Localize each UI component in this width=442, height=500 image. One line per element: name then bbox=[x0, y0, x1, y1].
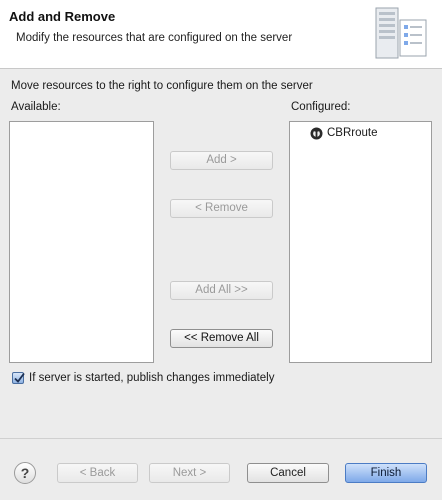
module-icon bbox=[310, 127, 323, 139]
add-all-button[interactable]: Add All >> bbox=[170, 281, 273, 300]
publish-checkbox-label: If server is started, publish changes im… bbox=[29, 372, 275, 384]
next-button[interactable]: Next > bbox=[149, 463, 230, 483]
configured-label: Configured: bbox=[291, 101, 351, 113]
publish-checkbox[interactable] bbox=[12, 372, 25, 384]
list-item[interactable]: CBRroute bbox=[310, 125, 378, 141]
page-title: Add and Remove bbox=[9, 9, 116, 24]
instruction-text: Move resources to the right to configure… bbox=[11, 80, 313, 92]
page-description: Modify the resources that are configured… bbox=[16, 32, 293, 44]
server-icon bbox=[375, 7, 427, 59]
remove-all-button[interactable]: << Remove All bbox=[170, 329, 273, 348]
wizard-banner: Add and Remove Modify the resources that… bbox=[0, 0, 442, 69]
available-label: Available: bbox=[11, 101, 61, 113]
remove-button[interactable]: < Remove bbox=[170, 199, 273, 218]
footer-divider bbox=[0, 438, 442, 439]
checkmark-icon bbox=[14, 372, 25, 383]
finish-button[interactable]: Finish bbox=[345, 463, 427, 483]
list-item-label: CBRroute bbox=[327, 127, 378, 139]
configured-list[interactable]: CBRroute bbox=[289, 121, 432, 363]
publish-checkbox-row[interactable]: If server is started, publish changes im… bbox=[12, 372, 274, 384]
help-icon: ? bbox=[20, 465, 30, 481]
add-button[interactable]: Add > bbox=[170, 151, 273, 170]
help-button[interactable]: ? bbox=[14, 462, 36, 484]
back-button[interactable]: < Back bbox=[57, 463, 138, 483]
available-list[interactable] bbox=[9, 121, 154, 363]
cancel-button[interactable]: Cancel bbox=[247, 463, 329, 483]
